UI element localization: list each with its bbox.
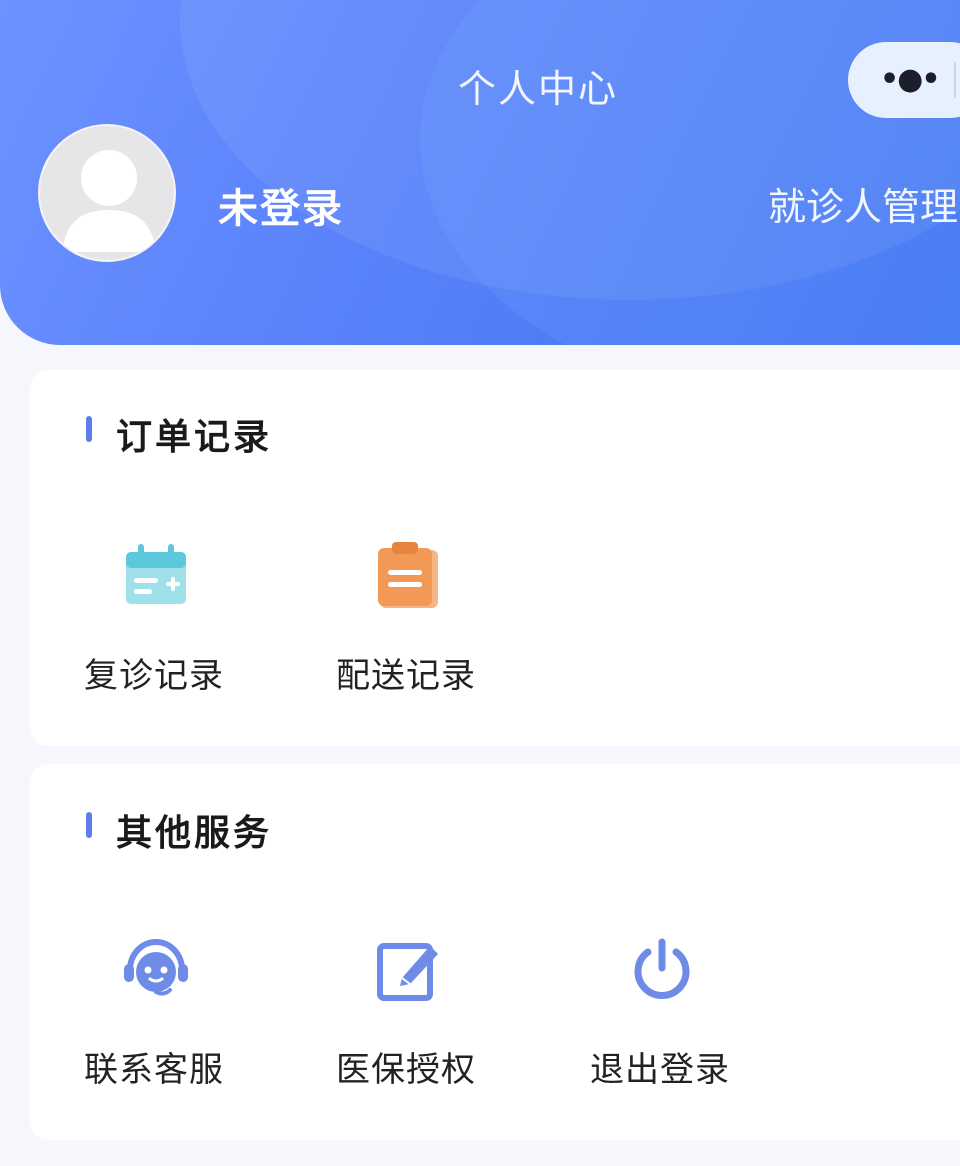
- section-accent-bar: [86, 812, 92, 838]
- page-title: 个人中心: [457, 67, 618, 111]
- edit-icon: [377, 943, 438, 1001]
- patient-manage-link[interactable]: 就诊人管理: [768, 176, 960, 231]
- section-title: 订单记录: [116, 417, 273, 458]
- personal-center-screen: 个人中心 •●• 未登录 就诊人管理 订单记录 复诊记录 配送记录 其他服务 联…: [0, 0, 960, 1166]
- logout-button[interactable]: 退出登录: [590, 934, 770, 1134]
- avatar[interactable]: [38, 124, 176, 262]
- logout-label: 退出登录: [590, 1050, 730, 1090]
- profile-header: 个人中心 •●• 未登录 就诊人管理: [0, 0, 960, 345]
- revisit-records-button[interactable]: 复诊记录: [84, 540, 264, 740]
- delivery-records-label: 配送记录: [336, 656, 476, 696]
- section-title: 其他服务: [116, 813, 273, 854]
- mini-program-capsule[interactable]: •●•: [848, 42, 960, 118]
- insurance-authorization-button[interactable]: 医保授权: [336, 934, 516, 1134]
- login-status[interactable]: 未登录: [218, 176, 344, 234]
- calendar-icon: [126, 544, 186, 604]
- section-accent-bar: [86, 416, 92, 442]
- contact-service-label: 联系客服: [84, 1050, 224, 1090]
- clipboard-icon: [378, 542, 438, 608]
- other-services-card: 其他服务 联系客服 医保授权 退出登录: [30, 764, 960, 1140]
- contact-service-button[interactable]: 联系客服: [84, 934, 264, 1134]
- more-dots-icon[interactable]: •●•: [880, 65, 941, 95]
- insurance-authorization-label: 医保授权: [336, 1050, 476, 1090]
- revisit-records-label: 复诊记录: [84, 656, 224, 696]
- default-avatar-icon: [62, 150, 156, 252]
- power-icon: [634, 938, 690, 999]
- delivery-records-button[interactable]: 配送记录: [336, 540, 516, 740]
- order-records-card: 订单记录 复诊记录 配送记录: [30, 370, 960, 746]
- capsule-divider: [954, 62, 956, 98]
- headset-icon: [124, 938, 188, 996]
